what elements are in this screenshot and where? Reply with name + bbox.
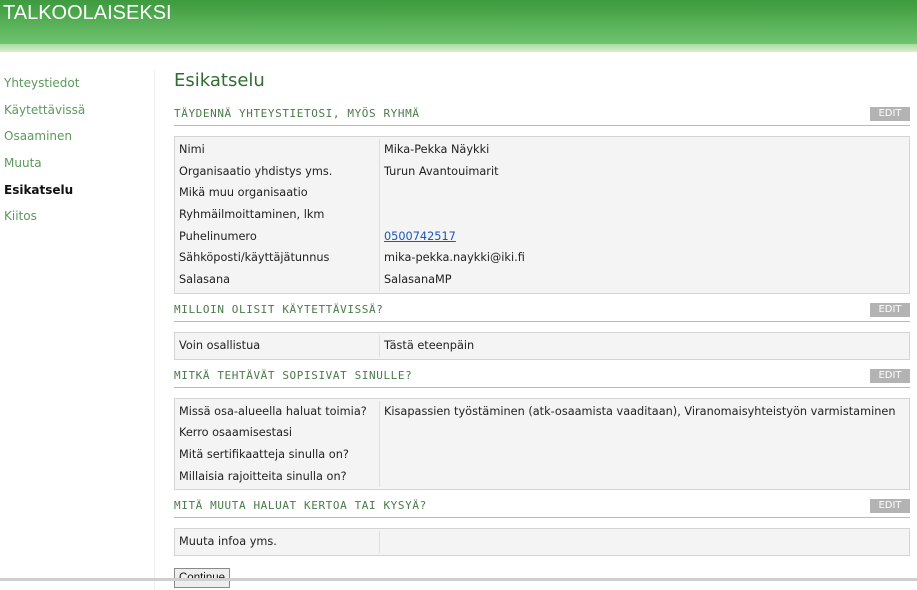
table-row: Mitä sertifikaatteja sinulla on? xyxy=(175,443,909,466)
edit-button[interactable]: EDIT xyxy=(870,107,910,121)
row-value: Tästä eteenpäin xyxy=(384,338,475,352)
section-header: MITÄ MUUTA HALUAT KERTOA TAI KYSYÄ? EDIT xyxy=(174,495,910,519)
row-label: Millaisia rajoitteita sinulla on? xyxy=(175,465,380,488)
row-label: Kerro osaamisestasi xyxy=(175,422,380,444)
app-header: TALKOOLAISEKSI xyxy=(0,0,917,44)
row-label: Voin osallistua xyxy=(175,334,380,357)
row-value: mika-pekka.naykki@iki.fi xyxy=(384,251,525,265)
row-label: Puhelinumero xyxy=(175,225,380,248)
row-label: Muuta infoa yms. xyxy=(175,531,380,553)
sidebar-item-muuta[interactable]: Muuta xyxy=(0,150,154,177)
table-row: Puhelinumero 0500742517 xyxy=(175,225,909,248)
sidebar-item-kiitos[interactable]: Kiitos xyxy=(0,203,154,230)
table-row: Mikä muu organisaatio xyxy=(175,182,909,205)
row-value: Mika-Pekka Näykki xyxy=(384,143,490,156)
row-label: Mikä muu organisaatio xyxy=(175,182,380,205)
table-row: Ryhmäilmoittaminen, lkm xyxy=(175,204,909,226)
row-label: Ryhmäilmoittaminen, lkm xyxy=(175,204,380,226)
sidebar: Yhteystiedot Käytettävissä Osaaminen Muu… xyxy=(0,70,155,590)
edit-button[interactable]: EDIT xyxy=(870,302,910,317)
sidebar-item-yhteystiedot[interactable]: Yhteystiedot xyxy=(0,70,154,97)
row-value: 0500742517 xyxy=(380,226,909,248)
section-title: MITÄ MUUTA HALUAT KERTOA TAI KYSYÄ? xyxy=(174,499,427,513)
row-label: Nimi xyxy=(175,139,380,161)
row-value xyxy=(380,444,909,466)
sidebar-item-kaytettavissa[interactable]: Käytettävissä xyxy=(0,97,154,124)
row-value xyxy=(380,422,909,444)
row-label: Sähköposti/käyttäjätunnus xyxy=(175,247,380,270)
edit-button[interactable]: EDIT xyxy=(870,368,910,383)
sidebar-item-osaaminen[interactable]: Osaaminen xyxy=(0,123,154,150)
row-value xyxy=(380,466,909,488)
preview-table: Voin osallistua Tästä eteenpäin xyxy=(174,331,910,360)
table-row: Sähköposti/käyttäjätunnus mika-pekka.nay… xyxy=(175,247,909,270)
main-content: Esikatselu TÄYDENNÄ YHTEYSTIETOSI, MYÖS … xyxy=(174,68,910,588)
section-title: MITKÄ TEHTÄVÄT SOPISIVAT SINULLE? xyxy=(174,368,413,382)
page-title: Esikatselu xyxy=(174,70,265,91)
table-row: Millaisia rajoitteita sinulla on? xyxy=(175,465,909,488)
section-header: MITKÄ TEHTÄVÄT SOPISIVAT SINULLE? EDIT xyxy=(174,365,910,388)
sidebar-item-esikatselu[interactable]: Esikatselu xyxy=(0,177,154,204)
section-title: MILLOIN OLISIT KÄYTETTÄVISSÄ? xyxy=(174,302,384,316)
row-label: Organisaatio yhdistys yms. xyxy=(175,160,380,183)
preview-table: Missä osa-alueella haluat toimia? Kisapa… xyxy=(174,397,910,491)
row-value: SalasanaMP xyxy=(384,273,452,287)
row-label: Salasana xyxy=(175,269,380,291)
edit-button[interactable]: EDIT xyxy=(870,499,910,514)
table-row: Salasana SalasanaMP xyxy=(175,269,909,291)
preview-table: Muuta infoa yms. xyxy=(174,528,910,556)
row-value xyxy=(380,204,909,226)
header-strip xyxy=(0,44,917,52)
phone-link[interactable]: 0500742517 xyxy=(384,230,456,243)
row-label: Mitä sertifikaatteja sinulla on? xyxy=(175,443,380,466)
preview-table: Nimi Mika-Pekka Näykki Organisaatio yhdi… xyxy=(174,136,910,294)
section-header: MILLOIN OLISIT KÄYTETTÄVISSÄ? EDIT xyxy=(174,299,910,322)
row-value: Turun Avantouimarit xyxy=(384,164,499,178)
site-title: TALKOOLAISEKSI xyxy=(3,2,172,24)
table-row: Muuta infoa yms. xyxy=(175,531,909,553)
section-title: TÄYDENNÄ YHTEYSTIETOSI, MYÖS RYHMÄ xyxy=(174,107,420,120)
table-row: Nimi Mika-Pekka Näykki xyxy=(175,139,909,161)
row-value xyxy=(380,182,909,204)
row-value: Kisapassien työstäminen (atk-osaamista v… xyxy=(384,404,896,418)
table-row: Missä osa-alueella haluat toimia? Kisapa… xyxy=(175,400,909,423)
table-row: Kerro osaamisestasi xyxy=(175,422,909,444)
table-row: Organisaatio yhdistys yms. Turun Avantou… xyxy=(175,160,909,183)
row-value xyxy=(380,531,909,553)
section-header: TÄYDENNÄ YHTEYSTIETOSI, MYÖS RYHMÄ EDIT xyxy=(174,103,910,126)
table-row: Voin osallistua Tästä eteenpäin xyxy=(175,334,909,357)
row-label: Missä osa-alueella haluat toimia? xyxy=(175,400,380,423)
